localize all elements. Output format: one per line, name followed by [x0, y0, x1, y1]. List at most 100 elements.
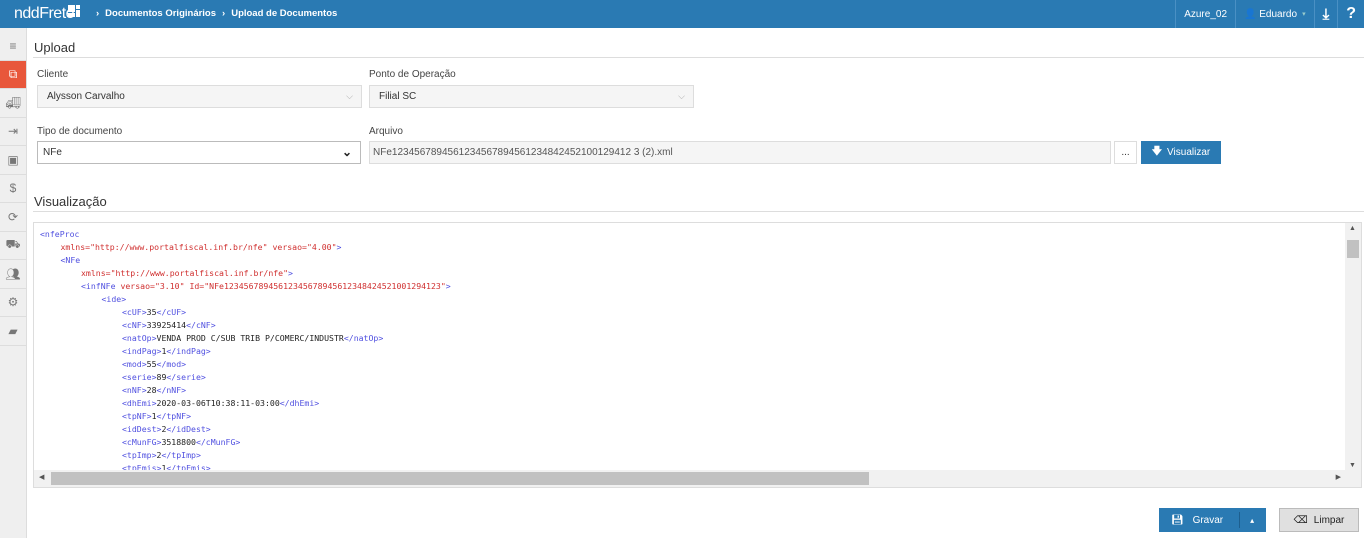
ponto-value: Filial SC: [379, 91, 417, 102]
tipo-select[interactable]: NFe ⌄: [37, 141, 361, 164]
xml-line: <serie>89</serie>: [40, 371, 451, 384]
xml-token: <natOp>: [122, 333, 157, 343]
limpar-button[interactable]: ⌫ Limpar: [1279, 508, 1359, 532]
menu-toggle-icon[interactable]: ≡: [0, 32, 26, 61]
xml-token: <cNF>: [122, 320, 147, 330]
xml-line: <cUF>35</cUF>: [40, 306, 451, 319]
sidebar-item-invoice[interactable]: $: [0, 175, 26, 203]
eraser-icon: ⌫: [1293, 514, 1308, 526]
ponto-label: Ponto de Operação: [369, 69, 456, 80]
xml-line: xmlns="http://www.portalfiscal.inf.br/nf…: [40, 241, 451, 254]
cliente-label: Cliente: [37, 69, 69, 80]
chevron-down-icon: ⌵: [678, 91, 685, 101]
sidebar-item-refund[interactable]: ⟳: [0, 203, 26, 232]
xml-line: <tpImp>2</tpImp>: [40, 449, 451, 462]
top-bar: nddFrete › Documentos Originários › Uplo…: [0, 0, 1364, 28]
sidebar-item-users[interactable]: 👥︎: [0, 260, 26, 289]
sidebar-item-truck[interactable]: 🚚︎: [0, 89, 26, 118]
xml-token: 33925414: [146, 320, 187, 330]
arquivo-input[interactable]: NFe1234567894561234567894561234842452100…: [369, 141, 1111, 164]
visualizar-button[interactable]: 🡇 Visualizar: [1141, 141, 1221, 164]
chevron-down-icon: ▾: [1302, 11, 1306, 18]
xml-content: <nfeProc xmlns="http://www.portalfiscal.i…: [40, 228, 451, 475]
xml-line: <tpNF>1</tpNF>: [40, 410, 451, 423]
xml-line: <cNF>33925414</cNF>: [40, 319, 451, 332]
divider: [33, 57, 1364, 58]
sidebar-item-documents[interactable]: ⧉: [0, 60, 26, 89]
vertical-scrollbar[interactable]: ▲ ▼: [1345, 223, 1361, 471]
xml-line: <infNFe versao="3.10" Id="NFe12345678945…: [40, 280, 451, 293]
user-icon: 👤: [1244, 8, 1260, 20]
xml-token: <cMunFG>: [122, 437, 162, 447]
limpar-label: Limpar: [1313, 514, 1345, 526]
xml-line: <NFe: [40, 254, 451, 267]
xml-token: </tpImp>: [161, 450, 201, 460]
xml-token: 35: [146, 307, 157, 317]
sidebar-item-money[interactable]: ▣: [0, 146, 26, 175]
xml-viewer[interactable]: <nfeProc xmlns="http://www.portalfiscal.i…: [33, 222, 1362, 488]
xml-token: 55: [146, 359, 157, 369]
xml-token: </natOp>: [343, 333, 384, 343]
xml-token: <cUF>: [122, 307, 147, 317]
xml-token: 2020-03-06T10:38:11-03:00: [156, 398, 280, 408]
gravar-button[interactable]: 💾︎ Gravar ▴: [1159, 508, 1266, 532]
visualizacao-title: Visualização: [34, 194, 107, 209]
arquivo-label: Arquivo: [369, 126, 403, 137]
xml-token: <idDest>: [122, 424, 162, 434]
xml-token: 3518800: [161, 437, 196, 447]
xml-token: versao="3.10" Id="NFe1234567894561234567…: [120, 281, 446, 291]
xml-token: <ide>: [101, 294, 127, 304]
xml-token: <infNFe: [81, 281, 121, 291]
sidebar-item-delivery[interactable]: ⛟: [0, 232, 26, 260]
divider: [33, 211, 1364, 212]
brand-logo[interactable]: nddFrete: [14, 5, 75, 23]
xml-token: <indPag>: [122, 346, 162, 356]
xml-token: </tpNF>: [156, 411, 192, 421]
help-button[interactable]: ?: [1337, 0, 1364, 28]
xml-token: </cNF>: [186, 320, 216, 330]
sidebar-item-book[interactable]: ▰: [0, 317, 26, 346]
breadcrumb-item: Upload de Documentos: [231, 8, 338, 19]
xml-token: </serie>: [166, 372, 206, 382]
chevron-right-icon: ›: [222, 8, 226, 19]
xml-line: <cMunFG>3518800</cMunFG>: [40, 436, 451, 449]
xml-token: xmlns="http://www.portalfiscal.inf.br/nf…: [60, 242, 337, 252]
xml-line: <mod>55</mod>: [40, 358, 451, 371]
xml-line: <natOp>VENDA PROD C/SUB TRIB P/COMERC/IN…: [40, 332, 451, 345]
xml-token: <tpNF>: [122, 411, 152, 421]
xml-token: </cMunFG>: [195, 437, 241, 447]
chevron-down-icon: ⌄: [341, 145, 352, 159]
sidebar-item-settings[interactable]: ⚙: [0, 289, 26, 317]
logo-mark-icon: [68, 5, 80, 17]
download-button[interactable]: ⤓: [1313, 0, 1338, 28]
environment-selector[interactable]: Azure_02: [1175, 0, 1235, 28]
xml-token: xmlns="http://www.portalfiscal.inf.br/nf…: [81, 268, 289, 278]
cliente-select[interactable]: Alysson Carvalho ⌵: [37, 85, 362, 108]
xml-line: <indPag>1</indPag>: [40, 345, 451, 358]
xml-line: <dhEmi>2020-03-06T10:38:11-03:00</dhEmi>: [40, 397, 451, 410]
xml-line: <ide>: [40, 293, 451, 306]
xml-token: VENDA PROD C/SUB TRIB P/COMERC/INDUSTR: [156, 333, 344, 343]
tipo-label: Tipo de documento: [37, 126, 123, 137]
browse-button[interactable]: ...: [1114, 141, 1137, 164]
caret-up-icon[interactable]: ▴: [1250, 516, 1254, 525]
sidebar-item-exit[interactable]: ⇥: [0, 118, 26, 146]
xml-token: 89: [156, 372, 167, 382]
xml-line: <nfeProc: [40, 228, 451, 241]
xml-token: <nfeProc: [40, 229, 80, 239]
save-icon: 💾︎: [1170, 514, 1184, 526]
xml-token: <tpImp>: [122, 450, 157, 460]
xml-line: <idDest>2</idDest>: [40, 423, 451, 436]
upload-title: Upload: [34, 40, 76, 55]
horizontal-scrollbar[interactable]: ◀ ▶: [34, 470, 1361, 487]
xml-line: <nNF>28</nNF>: [40, 384, 451, 397]
breadcrumb-item[interactable]: Documentos Originários: [105, 8, 216, 19]
gravar-label: Gravar: [1192, 514, 1224, 526]
xml-token: <nNF>: [122, 385, 147, 395]
user-menu[interactable]: 👤 Eduardo ▾: [1235, 0, 1314, 28]
xml-token: >: [336, 242, 342, 252]
cliente-value: Alysson Carvalho: [47, 91, 125, 102]
ponto-select[interactable]: Filial SC ⌵: [369, 85, 694, 108]
xml-line: xmlns="http://www.portalfiscal.inf.br/nf…: [40, 267, 451, 280]
xml-token: <dhEmi>: [122, 398, 157, 408]
